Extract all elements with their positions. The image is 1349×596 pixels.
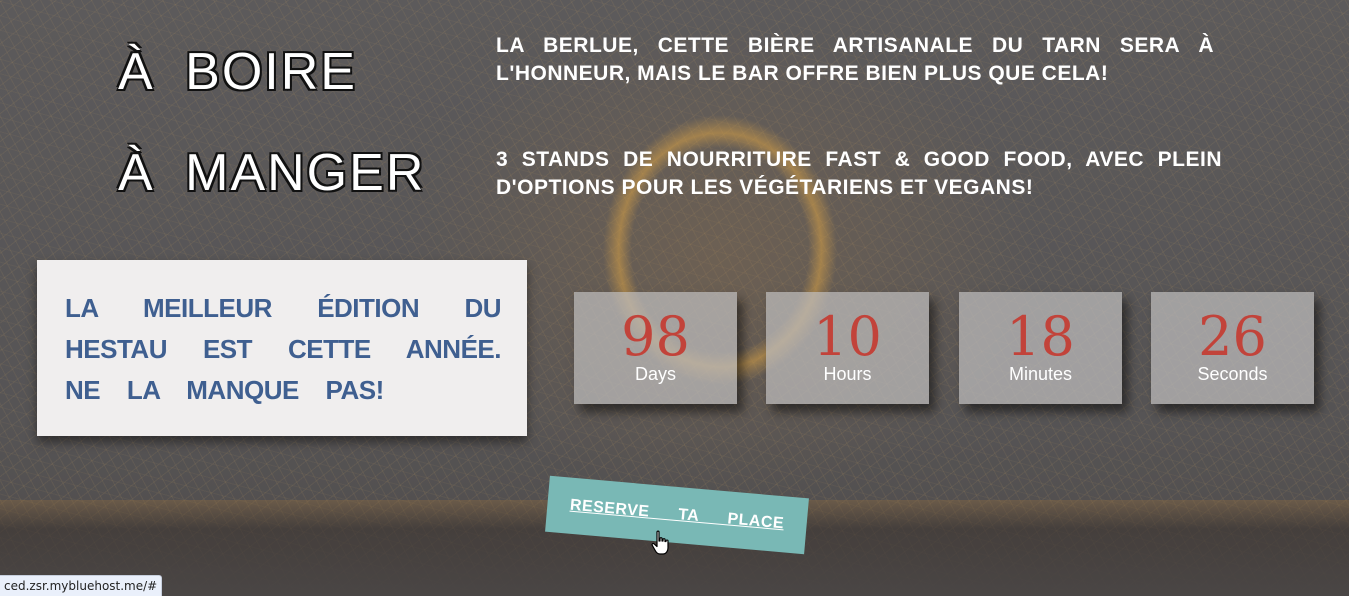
countdown-hours: 10 Hours [766,292,929,404]
promo-box: LA MEILLEUR ÉDITION DU HESTAU EST CETTE … [37,260,527,436]
countdown-minutes-value: 18 [1006,305,1075,368]
countdown-seconds-value: 26 [1198,305,1267,368]
countdown-days-value: 98 [621,305,690,368]
hand-pointer-icon [651,530,669,555]
heading-eat: À MANGER [118,144,426,202]
heading-drink: À BOIRE [118,43,357,101]
countdown-days-label: Days [634,364,676,384]
countdown-minutes: 18 Minutes [959,292,1122,404]
description-eat: 3 STANDS DE NOURRITURE FAST & GOOD FOOD,… [496,148,1222,199]
countdown-seconds: 26 Seconds [1151,292,1314,404]
promo-text: LA MEILLEUR ÉDITION DU HESTAU EST CETTE … [65,293,502,405]
description-drink: LA BERLUE, CETTE BIÈRE ARTISANALE DU TAR… [496,34,1214,85]
countdown-seconds-label: Seconds [1197,364,1268,384]
countdown-minutes-label: Minutes [1008,364,1073,384]
countdown-hours-label: Hours [823,364,872,384]
status-bar-url: ced.zsr.mybluehost.me/# [0,575,163,596]
countdown-hours-value: 10 [813,305,882,368]
countdown-days: 98 Days [574,292,737,404]
